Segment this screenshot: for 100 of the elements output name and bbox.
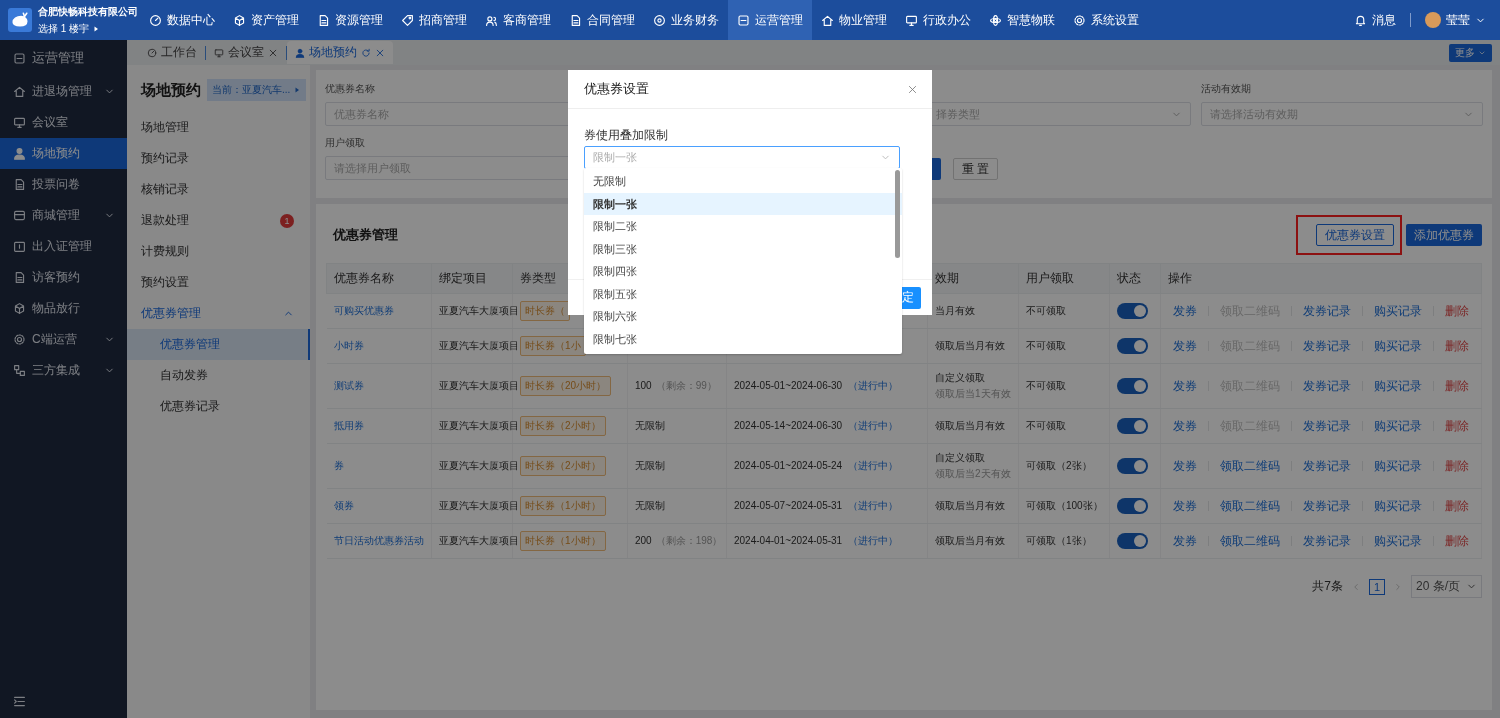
sidebar-item[interactable]: 出入证管理 [0, 231, 127, 262]
action-link[interactable]: 发券记录 [1303, 497, 1351, 515]
action-link[interactable]: 删除 [1445, 417, 1469, 435]
action-link[interactable]: 发券 [1173, 497, 1197, 515]
page-button[interactable]: 1 [1369, 578, 1385, 595]
sidebar-item[interactable]: 进退场管理 [0, 76, 127, 107]
coupon-name-link[interactable]: 节日活动优惠券活动 [333, 535, 424, 546]
coupon-button[interactable]: 添加优惠券 [1406, 224, 1482, 246]
status-toggle[interactable] [1117, 458, 1148, 474]
nav-item[interactable]: 运营管理 [728, 0, 812, 40]
coupon-name-link[interactable]: 小时券 [333, 340, 364, 351]
status-toggle[interactable] [1117, 378, 1148, 394]
close-icon[interactable] [268, 47, 278, 58]
dropdown-option[interactable]: 限制七张 [584, 327, 902, 350]
menu-item[interactable]: 核销记录 [127, 174, 310, 205]
user-menu[interactable]: 莹莹 [1425, 11, 1486, 29]
action-link[interactable]: 删除 [1445, 337, 1469, 355]
dropdown-option[interactable]: 限制一张 [584, 192, 902, 215]
action-link[interactable]: 购买记录 [1374, 337, 1422, 355]
action-link[interactable]: 购买记录 [1374, 497, 1422, 515]
dropdown-option[interactable]: 限制六张 [584, 305, 902, 328]
sidebar-item[interactable]: 商城管理 [0, 200, 127, 231]
menu-item[interactable]: 预约设置 [127, 267, 310, 298]
nav-item[interactable]: 系统设置 [1064, 0, 1148, 40]
status-toggle[interactable] [1117, 418, 1148, 434]
nav-item[interactable]: 物业管理 [812, 0, 896, 40]
nav-item[interactable]: 客商管理 [476, 0, 560, 40]
action-link[interactable]: 发券 [1173, 377, 1197, 395]
action-link[interactable]: 购买记录 [1374, 457, 1422, 475]
nav-item[interactable]: 资源管理 [308, 0, 392, 40]
coupon-name-link[interactable]: 抵用券 [333, 420, 364, 431]
coupon-name-link[interactable]: 领券 [333, 500, 354, 511]
messages-button[interactable]: 消息 [1354, 11, 1396, 29]
menu-item[interactable]: 退款处理 1 [127, 205, 310, 236]
page-size-select[interactable]: 20 条/页 [1411, 575, 1482, 598]
coupon-name-link[interactable]: 券 [333, 460, 344, 471]
sidebar-item[interactable]: 投票问卷 [0, 169, 127, 200]
action-link[interactable]: 购买记录 [1374, 417, 1422, 435]
action-link[interactable]: 删除 [1445, 302, 1469, 320]
menu-item[interactable]: 优惠券管理 [127, 298, 310, 329]
action-link[interactable]: 删除 [1445, 532, 1469, 550]
submenu-item[interactable]: 优惠券记录 [127, 391, 310, 422]
collapse-menu-icon[interactable] [13, 695, 26, 708]
action-link[interactable]: 发券记录 [1303, 302, 1351, 320]
action-link[interactable]: 删除 [1445, 377, 1469, 395]
coupon-name-link[interactable]: 测试券 [333, 380, 364, 391]
action-link[interactable]: 领取二维码 [1220, 532, 1280, 550]
menu-item[interactable]: 预约记录 [127, 143, 310, 174]
action-link[interactable]: 购买记录 [1374, 302, 1422, 320]
status-toggle[interactable] [1117, 498, 1148, 514]
current-project-button[interactable]: 当前：亚夏汽车... [207, 79, 307, 101]
action-link[interactable]: 发券 [1173, 417, 1197, 435]
action-link[interactable]: 领取二维码 [1220, 497, 1280, 515]
status-toggle[interactable] [1117, 303, 1148, 319]
submenu-item[interactable]: 自动发券 [127, 360, 310, 391]
sidebar-item[interactable]: 物品放行 [0, 293, 127, 324]
action-link[interactable]: 发券 [1173, 532, 1197, 550]
action-link[interactable]: 发券记录 [1303, 417, 1351, 435]
more-button[interactable]: 更多 [1449, 43, 1492, 62]
action-link[interactable]: 购买记录 [1374, 377, 1422, 395]
nav-item[interactable]: 资产管理 [224, 0, 308, 40]
nav-item[interactable]: 行政办公 [896, 0, 980, 40]
action-link[interactable]: 发券 [1173, 337, 1197, 355]
coupon-button[interactable]: 优惠券设置 [1316, 224, 1394, 246]
coupon-name-link[interactable]: 可购买优惠券 [333, 305, 394, 316]
building-selector[interactable]: 选择 1 楼宇 [38, 21, 138, 36]
action-link[interactable]: 领取二维码 [1220, 457, 1280, 475]
nav-item[interactable]: 智慧物联 [980, 0, 1064, 40]
nav-item[interactable]: 业务财务 [644, 0, 728, 40]
dropdown-option[interactable]: 限制二张 [584, 215, 902, 238]
nav-item[interactable]: 合同管理 [560, 0, 644, 40]
close-icon[interactable] [375, 47, 385, 58]
sidebar-item[interactable]: C端运营 [0, 324, 127, 355]
tab[interactable]: 会议室 [206, 41, 286, 64]
action-link[interactable]: 发券 [1173, 457, 1197, 475]
refresh-icon[interactable] [361, 47, 371, 58]
menu-item[interactable]: 计费规则 [127, 236, 310, 267]
dropdown-option[interactable]: 限制三张 [584, 237, 902, 260]
status-toggle[interactable] [1117, 338, 1148, 354]
tab[interactable]: 工作台 [139, 41, 205, 64]
action-link[interactable]: 购买记录 [1374, 532, 1422, 550]
action-link[interactable]: 发券 [1173, 302, 1197, 320]
tab[interactable]: 场地预约 [287, 41, 393, 64]
sidebar-item[interactable]: 场地预约 [0, 138, 127, 169]
nav-item[interactable]: 招商管理 [392, 0, 476, 40]
action-link[interactable]: 发券记录 [1303, 532, 1351, 550]
close-icon[interactable] [907, 83, 918, 95]
scrollbar[interactable] [895, 170, 900, 258]
sidebar-item[interactable]: 访客预约 [0, 262, 127, 293]
action-link[interactable]: 删除 [1445, 457, 1469, 475]
submenu-item[interactable]: 优惠券管理 [127, 329, 310, 360]
action-link[interactable]: 发券记录 [1303, 377, 1351, 395]
action-link[interactable]: 发券记录 [1303, 457, 1351, 475]
status-toggle[interactable] [1117, 533, 1148, 549]
action-link[interactable]: 删除 [1445, 497, 1469, 515]
action-link[interactable]: 发券记录 [1303, 337, 1351, 355]
menu-item[interactable]: 场地管理 [127, 112, 310, 143]
nav-item[interactable]: 数据中心 [140, 0, 224, 40]
reset-button[interactable]: 重 置 [953, 158, 999, 180]
sidebar-item[interactable]: 会议室 [0, 107, 127, 138]
